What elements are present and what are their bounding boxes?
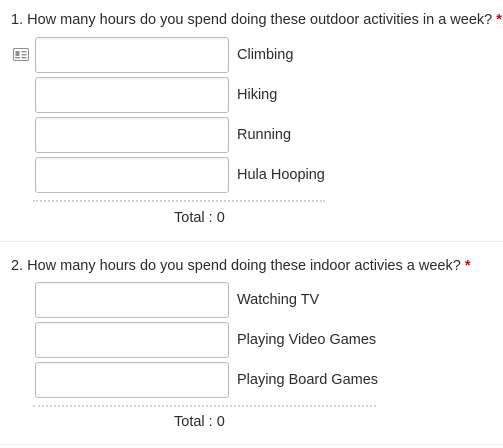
climbing-label: Climbing: [237, 47, 294, 63]
total-divider: [33, 405, 376, 407]
board-games-label: Playing Board Games: [237, 372, 379, 388]
total-label: Total :: [174, 414, 213, 430]
watching-tv-hours-input[interactable]: [35, 282, 229, 318]
section-divider: [0, 444, 503, 445]
question-1-total: Total : 0: [174, 209, 225, 227]
total-divider: [33, 200, 325, 202]
hiking-label: Hiking: [237, 87, 278, 103]
section-divider: [0, 241, 503, 242]
watching-tv-label: Watching TV: [237, 292, 320, 308]
question-2-total: Total : 0: [174, 413, 225, 431]
survey-page: 1. How many hours do you spend doing the…: [0, 0, 503, 448]
hiking-hours-input[interactable]: [35, 77, 229, 113]
question-2-text: 2. How many hours do you spend doing the…: [11, 258, 461, 274]
contact-card-icon[interactable]: [13, 48, 29, 61]
board-games-hours-input[interactable]: [35, 362, 229, 398]
question-1-text: 1. How many hours do you spend doing the…: [11, 12, 493, 28]
required-star: *: [464, 258, 471, 274]
hula-hooping-hours-input[interactable]: [35, 157, 229, 193]
running-hours-input[interactable]: [35, 117, 229, 153]
total-value: 0: [216, 414, 225, 430]
required-star: *: [496, 12, 502, 28]
video-games-label: Playing Video Games: [237, 332, 377, 348]
question-2-title: 2. How many hours do you spend doing the…: [11, 257, 470, 275]
video-games-hours-input[interactable]: [35, 322, 229, 358]
hula-hooping-label: Hula Hooping: [237, 167, 325, 183]
climbing-hours-input[interactable]: [35, 37, 229, 73]
question-1-title: 1. How many hours do you spend doing the…: [11, 11, 502, 29]
total-label: Total :: [174, 210, 213, 226]
total-value: 0: [216, 210, 225, 226]
running-label: Running: [237, 127, 292, 143]
